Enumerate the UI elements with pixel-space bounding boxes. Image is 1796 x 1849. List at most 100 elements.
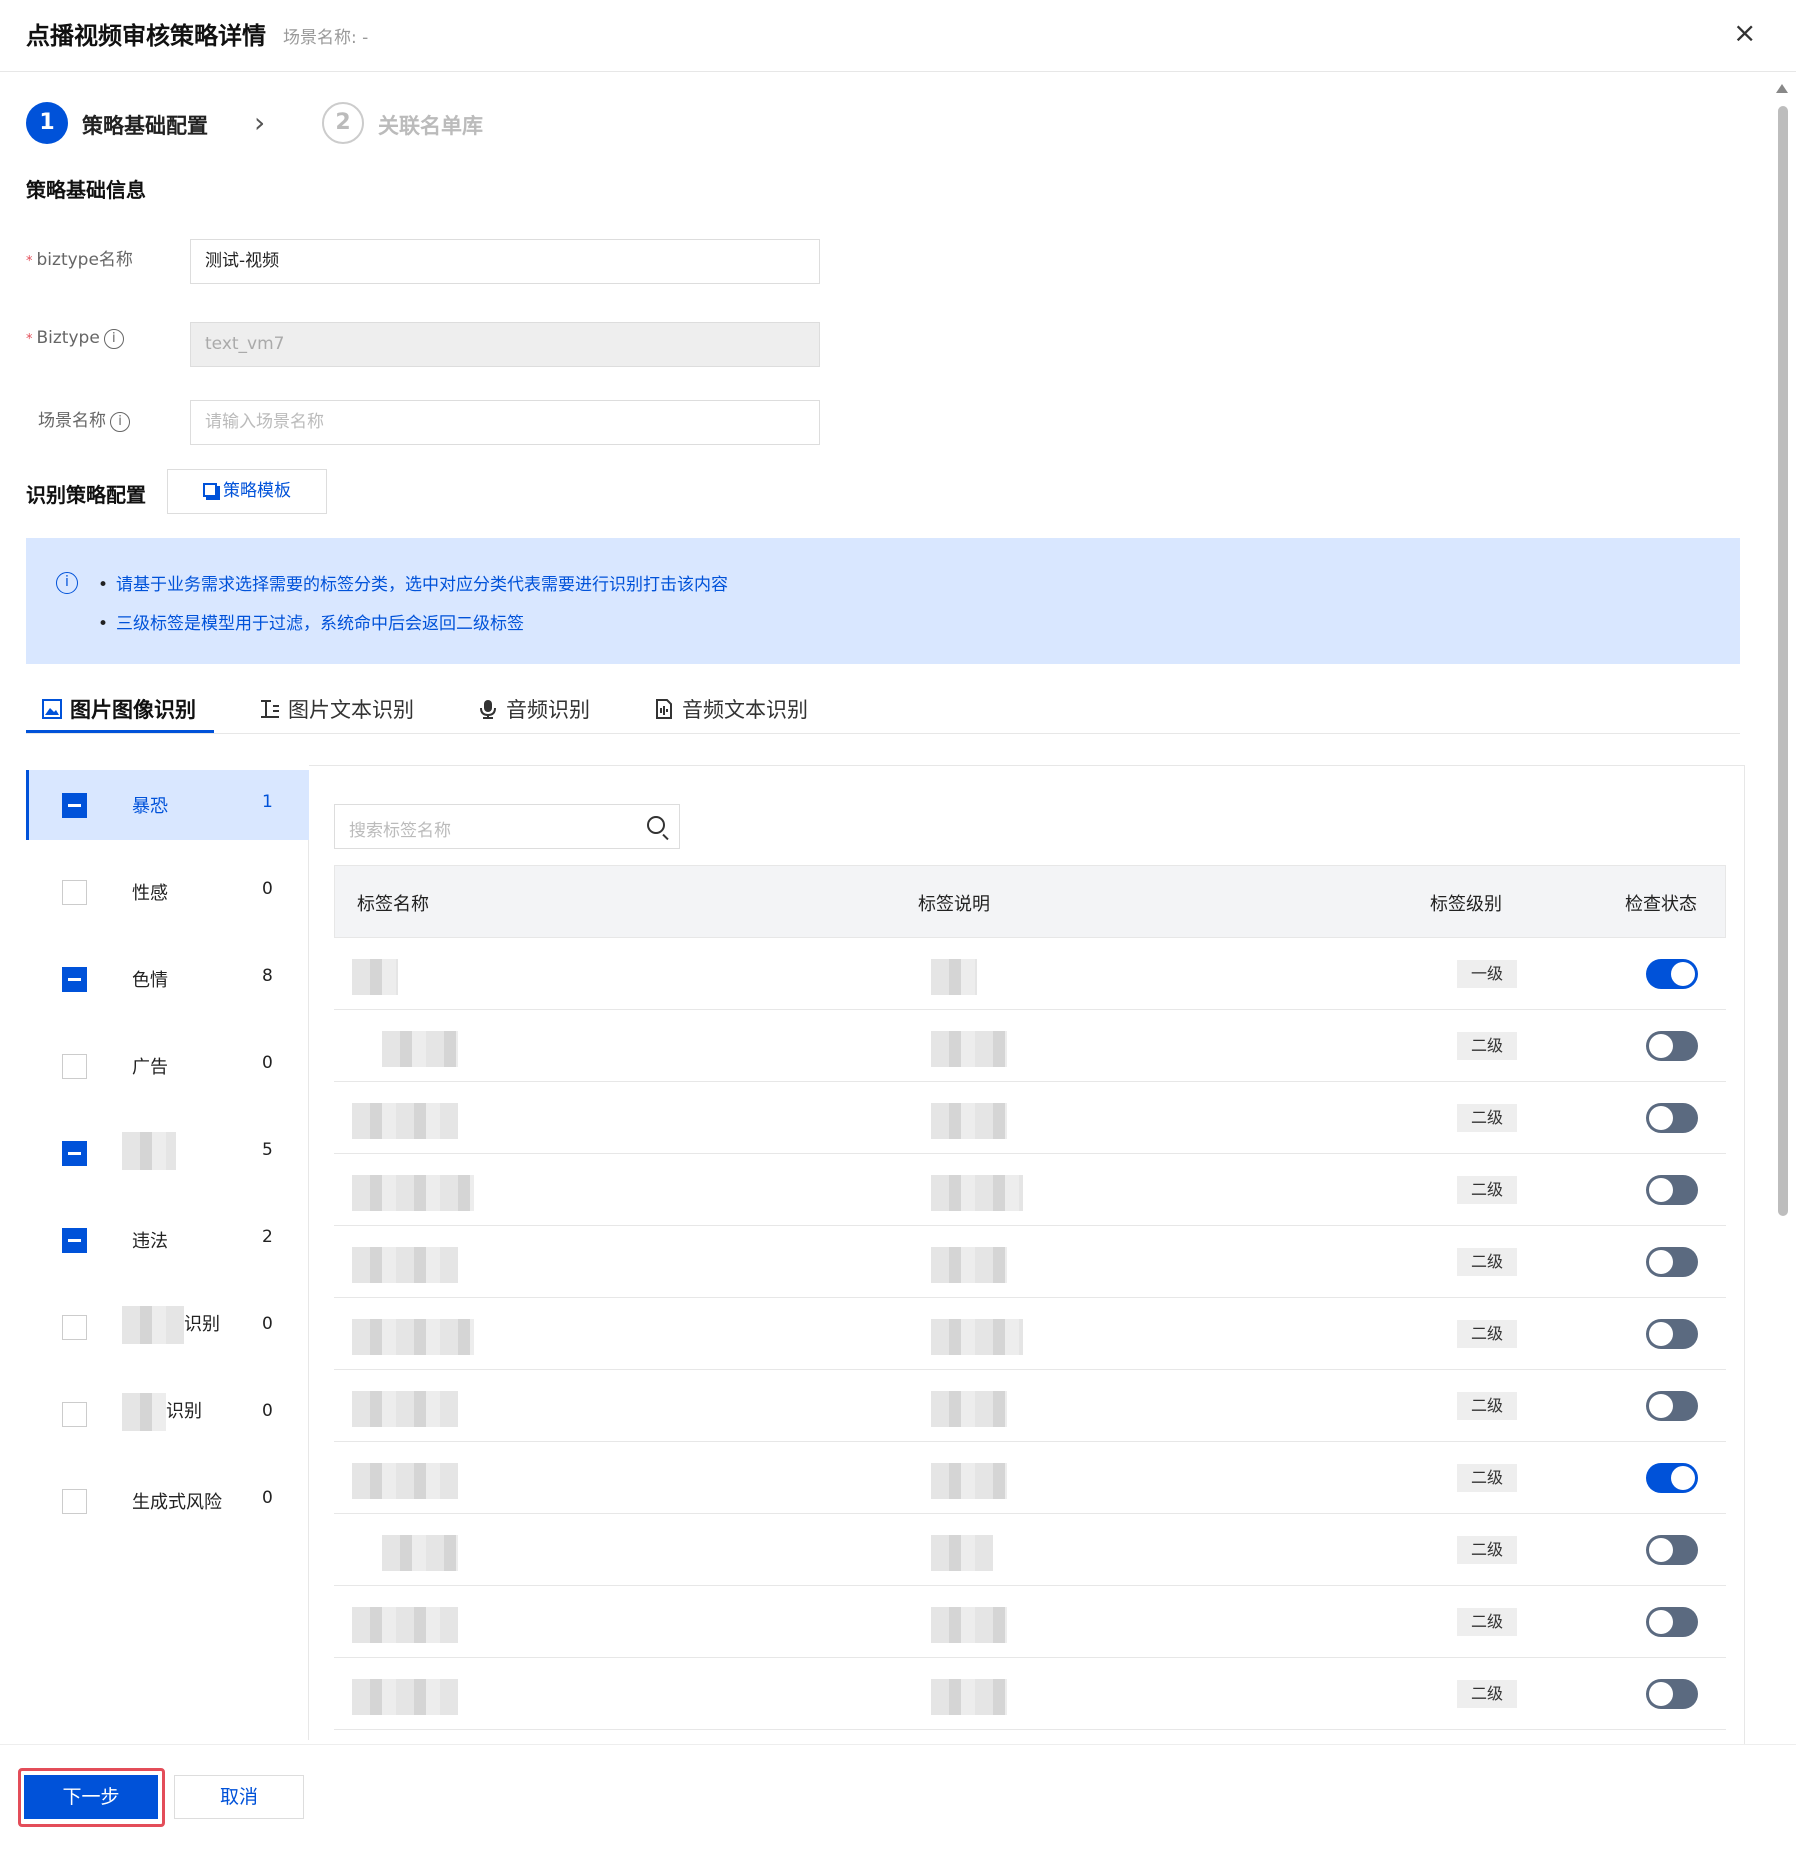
tag-panel: 搜索标签名称 标签名称 标签说明 标签级别 检查状态 一级 二级 二级 二级 二级 二级二… xyxy=(309,765,1745,1745)
category-item-illegal[interactable]: 违法 2 xyxy=(26,1205,309,1275)
check-status-toggle[interactable] xyxy=(1646,1607,1698,1637)
audio-file-icon xyxy=(656,699,672,719)
dialog-footer: 下一步 取消 xyxy=(0,1744,1796,1849)
check-status-toggle[interactable] xyxy=(1646,1535,1698,1565)
category-checkbox[interactable] xyxy=(62,1228,87,1253)
check-status-toggle[interactable] xyxy=(1646,959,1698,989)
dialog-header: 点播视频审核策略详情 场景名称: - × xyxy=(0,0,1796,72)
category-checkbox[interactable] xyxy=(62,1054,87,1079)
tab-image-recognition[interactable]: 图片图像识别 xyxy=(42,694,196,724)
category-item-ad[interactable]: 广告 0 xyxy=(26,1031,309,1101)
tag-desc-redacted xyxy=(931,1175,1023,1211)
scene-name-subtitle: 场景名称: - xyxy=(283,28,369,48)
recognition-tabs: 图片图像识别 图片文本识别 音频识别 音频文本识别 xyxy=(26,686,1740,734)
tag-level-badge: 二级 xyxy=(1457,1392,1517,1420)
biztype-name-input[interactable]: 测试-视频 xyxy=(190,239,820,284)
check-status-toggle[interactable] xyxy=(1646,1391,1698,1421)
tag-desc-redacted xyxy=(931,1463,1007,1499)
table-row: 二级 xyxy=(334,1586,1726,1658)
notice-line-2: 三级标签是模型用于过滤，系统命中后会返回二级标签 xyxy=(98,609,524,634)
table-row: 一级 xyxy=(334,938,1726,1010)
tag-level-badge: 二级 xyxy=(1457,1104,1517,1132)
column-header-tag-level: 标签级别 xyxy=(1430,894,1502,915)
tag-desc-redacted xyxy=(931,959,977,995)
vertical-scrollbar[interactable] xyxy=(1776,84,1790,1744)
biztype-input: text_vm7 xyxy=(190,322,820,367)
check-status-toggle[interactable] xyxy=(1646,1175,1698,1205)
check-status-toggle[interactable] xyxy=(1646,1463,1698,1493)
category-checkbox[interactable] xyxy=(62,1489,87,1514)
tag-name-redacted xyxy=(382,1535,458,1571)
check-status-toggle[interactable] xyxy=(1646,1103,1698,1133)
check-status-toggle[interactable] xyxy=(1646,1679,1698,1709)
category-item-recognition-a[interactable]: 识别 0 xyxy=(26,1292,309,1362)
tag-level-badge: 二级 xyxy=(1457,1320,1517,1348)
next-step-button[interactable]: 下一步 xyxy=(24,1775,158,1819)
category-name: 广告 xyxy=(132,1057,168,1078)
tag-level-badge: 二级 xyxy=(1457,1464,1517,1492)
category-name: 色情 xyxy=(132,970,168,991)
category-checkbox[interactable] xyxy=(62,1402,87,1427)
search-icon[interactable] xyxy=(647,816,665,834)
notice-line-1: 请基于业务需求选择需要的标签分类，选中对应分类代表需要进行识别打击该内容 xyxy=(98,570,728,595)
tag-level-badge: 二级 xyxy=(1457,1176,1517,1204)
info-notice: i 请基于业务需求选择需要的标签分类，选中对应分类代表需要进行识别打击该内容 三… xyxy=(26,538,1740,664)
table-row: 二级 xyxy=(334,1370,1726,1442)
cancel-button[interactable]: 取消 xyxy=(174,1775,304,1819)
category-item-generative-risk[interactable]: 生成式风险 0 xyxy=(26,1466,309,1536)
check-status-toggle[interactable] xyxy=(1646,1319,1698,1349)
scroll-up-arrow-icon[interactable] xyxy=(1776,84,1788,93)
tab-image-text-recognition[interactable]: 图片文本识别 xyxy=(260,694,414,724)
check-status-toggle[interactable] xyxy=(1646,1247,1698,1277)
category-item-terror[interactable]: 暴恐 1 xyxy=(26,770,309,840)
category-item-porn[interactable]: 色情 8 xyxy=(26,944,309,1014)
category-count: 8 xyxy=(262,966,273,986)
category-checkbox[interactable] xyxy=(62,793,87,818)
category-checkbox[interactable] xyxy=(62,880,87,905)
image-icon xyxy=(42,699,62,719)
scene-name-label: 场景名称 i xyxy=(38,406,130,432)
tag-name-redacted xyxy=(352,1679,458,1715)
scene-name-input[interactable]: 请输入场景名称 xyxy=(190,400,820,445)
category-name: 识别 xyxy=(122,1393,202,1431)
table-row: 二级 xyxy=(334,1514,1726,1586)
column-header-tag-desc: 标签说明 xyxy=(918,894,990,915)
category-checkbox[interactable] xyxy=(62,1141,87,1166)
tag-desc-redacted xyxy=(931,1679,1007,1715)
microphone-icon xyxy=(480,700,496,719)
tag-desc-redacted xyxy=(931,1607,1007,1643)
category-count: 0 xyxy=(262,879,273,899)
category-checkbox[interactable] xyxy=(62,1315,87,1340)
category-name: 识别 xyxy=(122,1306,220,1344)
column-header-tag-name: 标签名称 xyxy=(357,894,429,915)
info-icon[interactable]: i xyxy=(110,412,130,432)
info-icon[interactable]: i xyxy=(103,329,124,349)
tag-name-redacted xyxy=(352,1175,474,1211)
category-item-sexy[interactable]: 性感 0 xyxy=(26,857,309,927)
category-item-redacted[interactable]: 5 xyxy=(26,1118,309,1188)
tab-audio-recognition[interactable]: 音频识别 xyxy=(478,694,590,724)
scroll-thumb[interactable] xyxy=(1778,106,1788,1216)
text-icon xyxy=(261,700,279,718)
tab-audio-text-recognition[interactable]: 音频文本识别 xyxy=(654,694,808,724)
category-checkbox[interactable] xyxy=(62,967,87,992)
table-row: 二级 xyxy=(334,1082,1726,1154)
table-row: 二级 xyxy=(334,1658,1726,1730)
table-row: 二级 xyxy=(334,1298,1726,1370)
info-icon: i xyxy=(56,572,78,594)
check-status-toggle[interactable] xyxy=(1646,1031,1698,1061)
close-icon[interactable]: × xyxy=(1733,16,1756,49)
tag-desc-redacted xyxy=(931,1319,1023,1355)
tag-search-input[interactable]: 搜索标签名称 xyxy=(334,804,680,849)
tag-desc-redacted xyxy=(931,1031,1007,1067)
table-row: 二级 xyxy=(334,1226,1726,1298)
tag-name-redacted xyxy=(352,1391,458,1427)
category-count: 0 xyxy=(262,1401,273,1421)
category-item-recognition-b[interactable]: 识别 0 xyxy=(26,1379,309,1449)
active-tab-indicator xyxy=(26,730,214,733)
strategy-template-button[interactable]: 策略模板 xyxy=(167,469,327,514)
table-row: 二级 xyxy=(334,1010,1726,1082)
biztype-name-label: * biztype名称 xyxy=(26,250,133,270)
tag-level-badge: 二级 xyxy=(1457,1680,1517,1708)
search-placeholder: 搜索标签名称 xyxy=(349,821,451,841)
